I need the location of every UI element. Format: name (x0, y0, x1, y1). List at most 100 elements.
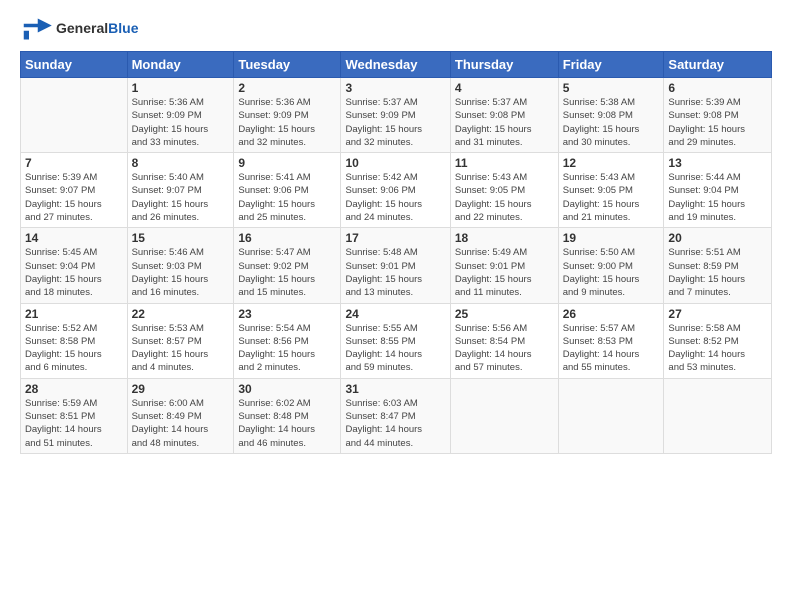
day-info: Sunrise: 5:43 AM Sunset: 9:05 PM Dayligh… (563, 171, 660, 224)
day-info: Sunrise: 5:43 AM Sunset: 9:05 PM Dayligh… (455, 171, 554, 224)
calendar-cell: 15Sunrise: 5:46 AM Sunset: 9:03 PM Dayli… (127, 228, 234, 303)
day-info: Sunrise: 5:51 AM Sunset: 8:59 PM Dayligh… (668, 246, 767, 299)
day-info: Sunrise: 5:36 AM Sunset: 9:09 PM Dayligh… (238, 96, 336, 149)
col-header-sunday: Sunday (21, 52, 128, 78)
calendar-cell: 24Sunrise: 5:55 AM Sunset: 8:55 PM Dayli… (341, 303, 450, 378)
day-info: Sunrise: 5:39 AM Sunset: 9:07 PM Dayligh… (25, 171, 123, 224)
day-number: 9 (238, 156, 336, 170)
calendar-cell: 18Sunrise: 5:49 AM Sunset: 9:01 PM Dayli… (450, 228, 558, 303)
calendar-week-1: 1Sunrise: 5:36 AM Sunset: 9:09 PM Daylig… (21, 78, 772, 153)
calendar-cell: 29Sunrise: 6:00 AM Sunset: 8:49 PM Dayli… (127, 378, 234, 453)
col-header-wednesday: Wednesday (341, 52, 450, 78)
calendar-cell: 10Sunrise: 5:42 AM Sunset: 9:06 PM Dayli… (341, 153, 450, 228)
day-number: 22 (132, 307, 230, 321)
calendar-cell: 28Sunrise: 5:59 AM Sunset: 8:51 PM Dayli… (21, 378, 128, 453)
day-info: Sunrise: 5:48 AM Sunset: 9:01 PM Dayligh… (345, 246, 445, 299)
calendar-table: SundayMondayTuesdayWednesdayThursdayFrid… (20, 51, 772, 454)
day-number: 23 (238, 307, 336, 321)
day-number: 12 (563, 156, 660, 170)
day-info: Sunrise: 6:02 AM Sunset: 8:48 PM Dayligh… (238, 397, 336, 450)
day-number: 24 (345, 307, 445, 321)
calendar-cell: 20Sunrise: 5:51 AM Sunset: 8:59 PM Dayli… (664, 228, 772, 303)
day-number: 4 (455, 81, 554, 95)
day-number: 11 (455, 156, 554, 170)
day-number: 13 (668, 156, 767, 170)
day-info: Sunrise: 5:55 AM Sunset: 8:55 PM Dayligh… (345, 322, 445, 375)
day-info: Sunrise: 5:37 AM Sunset: 9:09 PM Dayligh… (345, 96, 445, 149)
day-info: Sunrise: 5:56 AM Sunset: 8:54 PM Dayligh… (455, 322, 554, 375)
calendar-cell: 23Sunrise: 5:54 AM Sunset: 8:56 PM Dayli… (234, 303, 341, 378)
day-number: 8 (132, 156, 230, 170)
day-info: Sunrise: 5:54 AM Sunset: 8:56 PM Dayligh… (238, 322, 336, 375)
col-header-saturday: Saturday (664, 52, 772, 78)
day-info: Sunrise: 5:42 AM Sunset: 9:06 PM Dayligh… (345, 171, 445, 224)
calendar-cell (21, 78, 128, 153)
day-number: 6 (668, 81, 767, 95)
day-number: 18 (455, 231, 554, 245)
col-header-monday: Monday (127, 52, 234, 78)
day-number: 2 (238, 81, 336, 95)
day-info: Sunrise: 5:50 AM Sunset: 9:00 PM Dayligh… (563, 246, 660, 299)
day-number: 5 (563, 81, 660, 95)
calendar-cell: 21Sunrise: 5:52 AM Sunset: 8:58 PM Dayli… (21, 303, 128, 378)
calendar-cell: 1Sunrise: 5:36 AM Sunset: 9:09 PM Daylig… (127, 78, 234, 153)
calendar-week-5: 28Sunrise: 5:59 AM Sunset: 8:51 PM Dayli… (21, 378, 772, 453)
day-number: 3 (345, 81, 445, 95)
logo-icon (20, 15, 52, 43)
day-info: Sunrise: 5:59 AM Sunset: 8:51 PM Dayligh… (25, 397, 123, 450)
day-number: 29 (132, 382, 230, 396)
calendar-cell: 8Sunrise: 5:40 AM Sunset: 9:07 PM Daylig… (127, 153, 234, 228)
day-number: 17 (345, 231, 445, 245)
calendar-cell (558, 378, 664, 453)
logo: GeneralBlue (20, 15, 138, 43)
day-number: 7 (25, 156, 123, 170)
calendar-cell: 7Sunrise: 5:39 AM Sunset: 9:07 PM Daylig… (21, 153, 128, 228)
page: GeneralBlue SundayMondayTuesdayWednesday… (0, 0, 792, 612)
calendar-cell: 5Sunrise: 5:38 AM Sunset: 9:08 PM Daylig… (558, 78, 664, 153)
calendar-cell: 27Sunrise: 5:58 AM Sunset: 8:52 PM Dayli… (664, 303, 772, 378)
calendar-cell: 16Sunrise: 5:47 AM Sunset: 9:02 PM Dayli… (234, 228, 341, 303)
calendar-cell (664, 378, 772, 453)
day-info: Sunrise: 6:03 AM Sunset: 8:47 PM Dayligh… (345, 397, 445, 450)
header: GeneralBlue (20, 15, 772, 43)
calendar-week-4: 21Sunrise: 5:52 AM Sunset: 8:58 PM Dayli… (21, 303, 772, 378)
calendar-cell: 12Sunrise: 5:43 AM Sunset: 9:05 PM Dayli… (558, 153, 664, 228)
calendar-cell: 30Sunrise: 6:02 AM Sunset: 8:48 PM Dayli… (234, 378, 341, 453)
day-number: 30 (238, 382, 336, 396)
day-number: 20 (668, 231, 767, 245)
day-number: 16 (238, 231, 336, 245)
calendar-cell: 4Sunrise: 5:37 AM Sunset: 9:08 PM Daylig… (450, 78, 558, 153)
calendar-cell: 6Sunrise: 5:39 AM Sunset: 9:08 PM Daylig… (664, 78, 772, 153)
col-header-tuesday: Tuesday (234, 52, 341, 78)
col-header-friday: Friday (558, 52, 664, 78)
day-info: Sunrise: 5:38 AM Sunset: 9:08 PM Dayligh… (563, 96, 660, 149)
calendar-cell: 9Sunrise: 5:41 AM Sunset: 9:06 PM Daylig… (234, 153, 341, 228)
calendar-header-row: SundayMondayTuesdayWednesdayThursdayFrid… (21, 52, 772, 78)
day-info: Sunrise: 5:52 AM Sunset: 8:58 PM Dayligh… (25, 322, 123, 375)
day-number: 27 (668, 307, 767, 321)
day-info: Sunrise: 5:37 AM Sunset: 9:08 PM Dayligh… (455, 96, 554, 149)
day-info: Sunrise: 5:46 AM Sunset: 9:03 PM Dayligh… (132, 246, 230, 299)
day-info: Sunrise: 6:00 AM Sunset: 8:49 PM Dayligh… (132, 397, 230, 450)
day-info: Sunrise: 5:41 AM Sunset: 9:06 PM Dayligh… (238, 171, 336, 224)
day-info: Sunrise: 5:53 AM Sunset: 8:57 PM Dayligh… (132, 322, 230, 375)
day-number: 1 (132, 81, 230, 95)
calendar-cell: 25Sunrise: 5:56 AM Sunset: 8:54 PM Dayli… (450, 303, 558, 378)
day-number: 28 (25, 382, 123, 396)
calendar-week-2: 7Sunrise: 5:39 AM Sunset: 9:07 PM Daylig… (21, 153, 772, 228)
calendar-cell: 17Sunrise: 5:48 AM Sunset: 9:01 PM Dayli… (341, 228, 450, 303)
calendar-week-3: 14Sunrise: 5:45 AM Sunset: 9:04 PM Dayli… (21, 228, 772, 303)
calendar-cell: 19Sunrise: 5:50 AM Sunset: 9:00 PM Dayli… (558, 228, 664, 303)
calendar-cell: 26Sunrise: 5:57 AM Sunset: 8:53 PM Dayli… (558, 303, 664, 378)
day-info: Sunrise: 5:49 AM Sunset: 9:01 PM Dayligh… (455, 246, 554, 299)
day-info: Sunrise: 5:45 AM Sunset: 9:04 PM Dayligh… (25, 246, 123, 299)
day-number: 26 (563, 307, 660, 321)
day-number: 19 (563, 231, 660, 245)
day-info: Sunrise: 5:40 AM Sunset: 9:07 PM Dayligh… (132, 171, 230, 224)
day-number: 31 (345, 382, 445, 396)
day-info: Sunrise: 5:36 AM Sunset: 9:09 PM Dayligh… (132, 96, 230, 149)
calendar-cell: 11Sunrise: 5:43 AM Sunset: 9:05 PM Dayli… (450, 153, 558, 228)
day-info: Sunrise: 5:39 AM Sunset: 9:08 PM Dayligh… (668, 96, 767, 149)
day-number: 15 (132, 231, 230, 245)
calendar-cell: 13Sunrise: 5:44 AM Sunset: 9:04 PM Dayli… (664, 153, 772, 228)
